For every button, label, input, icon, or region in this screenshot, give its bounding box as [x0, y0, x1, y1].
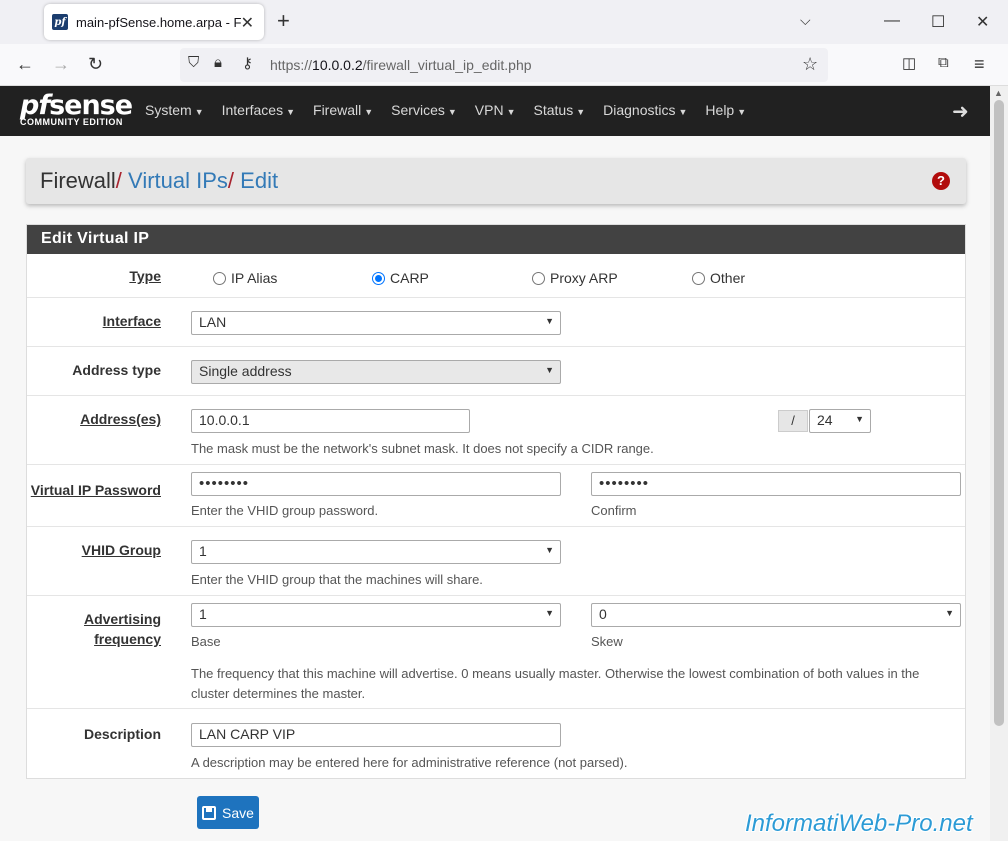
advertising-base-help: Base	[191, 634, 221, 649]
interface-label: Interface	[102, 313, 161, 329]
vhid-group-help: Enter the VHID group that the machines w…	[191, 572, 483, 587]
radio-proxy-arp[interactable]: Proxy ARP	[532, 270, 618, 286]
chevron-down-icon: ▼	[545, 608, 554, 618]
chevron-down-icon: ▼	[545, 316, 554, 326]
pocket-icon[interactable]: ◫	[902, 54, 916, 72]
browser-tab[interactable]: pf main-pfSense.home.arpa - Fire ✕	[44, 4, 264, 40]
chevron-down-icon: ▼	[855, 414, 864, 424]
pfsense-page: pfsense COMMUNITY EDITION System ▼ Interf…	[0, 86, 990, 841]
menu-icon[interactable]: ≡	[974, 54, 985, 75]
radio-other[interactable]: Other	[692, 270, 745, 286]
vip-password-row: Virtual IP Password •••••••• •••••••• En…	[27, 465, 965, 527]
help-question-icon[interactable]: ?	[932, 172, 950, 190]
minimize-icon[interactable]: —	[884, 12, 900, 30]
address-bar[interactable]: ⛉ 🔒︎ ⚷ https://10.0.0.2/firewall_virtual…	[180, 48, 828, 82]
address-type-row: Address type Single address ▼	[27, 347, 965, 396]
breadcrumb-firewall: Firewall	[40, 168, 116, 193]
menu-interfaces[interactable]: Interfaces ▼	[222, 102, 295, 118]
advertising-skew-select[interactable]: 0 ▼	[591, 603, 961, 627]
panel-heading: Edit Virtual IP	[27, 225, 965, 254]
page-scrollbar[interactable]: ▲	[990, 86, 1008, 841]
description-label: Description	[83, 726, 161, 742]
breadcrumb: Firewall/ Virtual IPs/ Edit ?	[26, 158, 966, 204]
close-window-icon[interactable]: ✕	[976, 12, 989, 32]
menu-firewall[interactable]: Firewall ▼	[313, 102, 373, 118]
cidr-slash: /	[778, 410, 808, 432]
vip-password-label: Virtual IP Password	[30, 482, 161, 498]
logout-icon[interactable]: ➜	[952, 99, 969, 124]
edit-virtual-ip-panel: Edit Virtual IP Type IP Alias CARP Proxy…	[26, 224, 966, 779]
vip-password-help: Enter the VHID group password.	[191, 503, 379, 518]
breadcrumb-virtual-ips[interactable]: Virtual IPs	[128, 168, 228, 193]
browser-tab-bar: pf main-pfSense.home.arpa - Fire ✕ + ⌵ —…	[0, 0, 1008, 44]
vhid-group-select[interactable]: 1 ▼	[191, 540, 561, 564]
new-tab-icon[interactable]: +	[277, 10, 290, 32]
address-type-label: Address type	[72, 362, 161, 378]
shield-icon[interactable]: ⛉	[188, 54, 199, 71]
menu-help[interactable]: Help ▼	[705, 102, 746, 118]
close-tab-icon[interactable]: ✕	[241, 13, 254, 33]
scrollbar-thumb[interactable]	[994, 100, 1004, 726]
reload-icon[interactable]: ↻	[88, 54, 103, 75]
pfsense-favicon-icon: pf	[52, 14, 68, 30]
key-icon[interactable]: ⚷	[242, 54, 253, 72]
menu-system[interactable]: System ▼	[145, 102, 204, 118]
browser-navigation-bar: ← → ↻ ⛉ 🔒︎ ⚷ https://10.0.0.2/firewall_v…	[0, 44, 1008, 86]
main-menu: System ▼ Interfaces ▼ Firewall ▼ Services ▼ …	[145, 102, 764, 118]
radio-carp[interactable]: CARP	[372, 270, 429, 286]
advertising-help: The frequency that this machine will adv…	[191, 666, 920, 701]
pfsense-logo[interactable]: pfsense COMMUNITY EDITION	[20, 90, 133, 134]
menu-services[interactable]: Services ▼	[391, 102, 457, 118]
menu-vpn[interactable]: VPN ▼	[475, 102, 516, 118]
addresses-label: Address(es)	[80, 411, 161, 427]
scroll-up-icon[interactable]: ▲	[994, 88, 1003, 98]
watermark: InformatiWeb-Pro.net	[745, 810, 973, 837]
vhid-group-label: VHID Group	[81, 542, 161, 558]
description-row: Description LAN CARP VIP A description m…	[27, 709, 965, 778]
description-input[interactable]: LAN CARP VIP	[191, 723, 561, 747]
vip-password-confirm-help: Confirm	[591, 503, 637, 518]
addresses-row: Address(es) 10.0.0.1 / 24 ▼ The mask must…	[27, 396, 965, 465]
advertising-frequency-row: Advertising frequency 1 ▼ 0 ▼ Base Skew Th…	[27, 596, 965, 709]
url-text: https://10.0.0.2/firewall_virtual_ip_edi…	[270, 57, 532, 73]
tab-title: main-pfSense.home.arpa - Fire	[76, 14, 242, 30]
advertising-label-line1: Advertising	[83, 611, 161, 627]
back-icon[interactable]: ←	[16, 54, 34, 75]
advertising-label-line2: frequency	[94, 631, 161, 647]
cidr-mask-select[interactable]: 24 ▼	[809, 409, 871, 433]
chevron-down-icon: ▼	[545, 365, 554, 375]
vip-password-confirm-input[interactable]: ••••••••	[591, 472, 961, 496]
advertising-base-select[interactable]: 1 ▼	[191, 603, 561, 627]
address-input[interactable]: 10.0.0.1	[191, 409, 470, 433]
addresses-help: The mask must be the network's subnet ma…	[191, 441, 654, 456]
menu-diagnostics[interactable]: Diagnostics ▼	[603, 102, 687, 118]
interface-select[interactable]: LAN ▼	[191, 311, 561, 335]
vhid-group-row: VHID Group 1 ▼ Enter the VHID group that …	[27, 527, 965, 596]
chevron-down-icon: ▼	[945, 608, 954, 618]
type-row: Type IP Alias CARP Proxy ARP Other	[27, 254, 965, 298]
save-disk-icon	[202, 805, 217, 820]
list-tabs-chevron-icon[interactable]: ⌵	[800, 12, 811, 29]
interface-row: Interface LAN ▼	[27, 298, 965, 347]
vip-password-input[interactable]: ••••••••	[191, 472, 561, 496]
type-label: Type	[129, 268, 161, 284]
extensions-icon[interactable]: ⧉	[938, 54, 949, 71]
address-type-select[interactable]: Single address ▼	[191, 360, 561, 384]
breadcrumb-edit[interactable]: Edit	[240, 168, 278, 193]
forward-icon[interactable]: →	[52, 54, 70, 75]
description-help: A description may be entered here for ad…	[191, 755, 628, 770]
radio-ip-alias[interactable]: IP Alias	[213, 270, 277, 286]
chevron-down-icon: ▼	[545, 545, 554, 555]
pfsense-navbar: pfsense COMMUNITY EDITION System ▼ Interf…	[0, 86, 990, 136]
lock-icon[interactable]: 🔒︎	[214, 54, 222, 71]
menu-status[interactable]: Status ▼	[534, 102, 586, 118]
advertising-skew-help: Skew	[591, 634, 623, 649]
save-button[interactable]: Save	[197, 796, 259, 829]
bookmark-star-icon[interactable]: ☆	[802, 54, 818, 75]
maximize-icon[interactable]: ☐	[931, 12, 945, 32]
